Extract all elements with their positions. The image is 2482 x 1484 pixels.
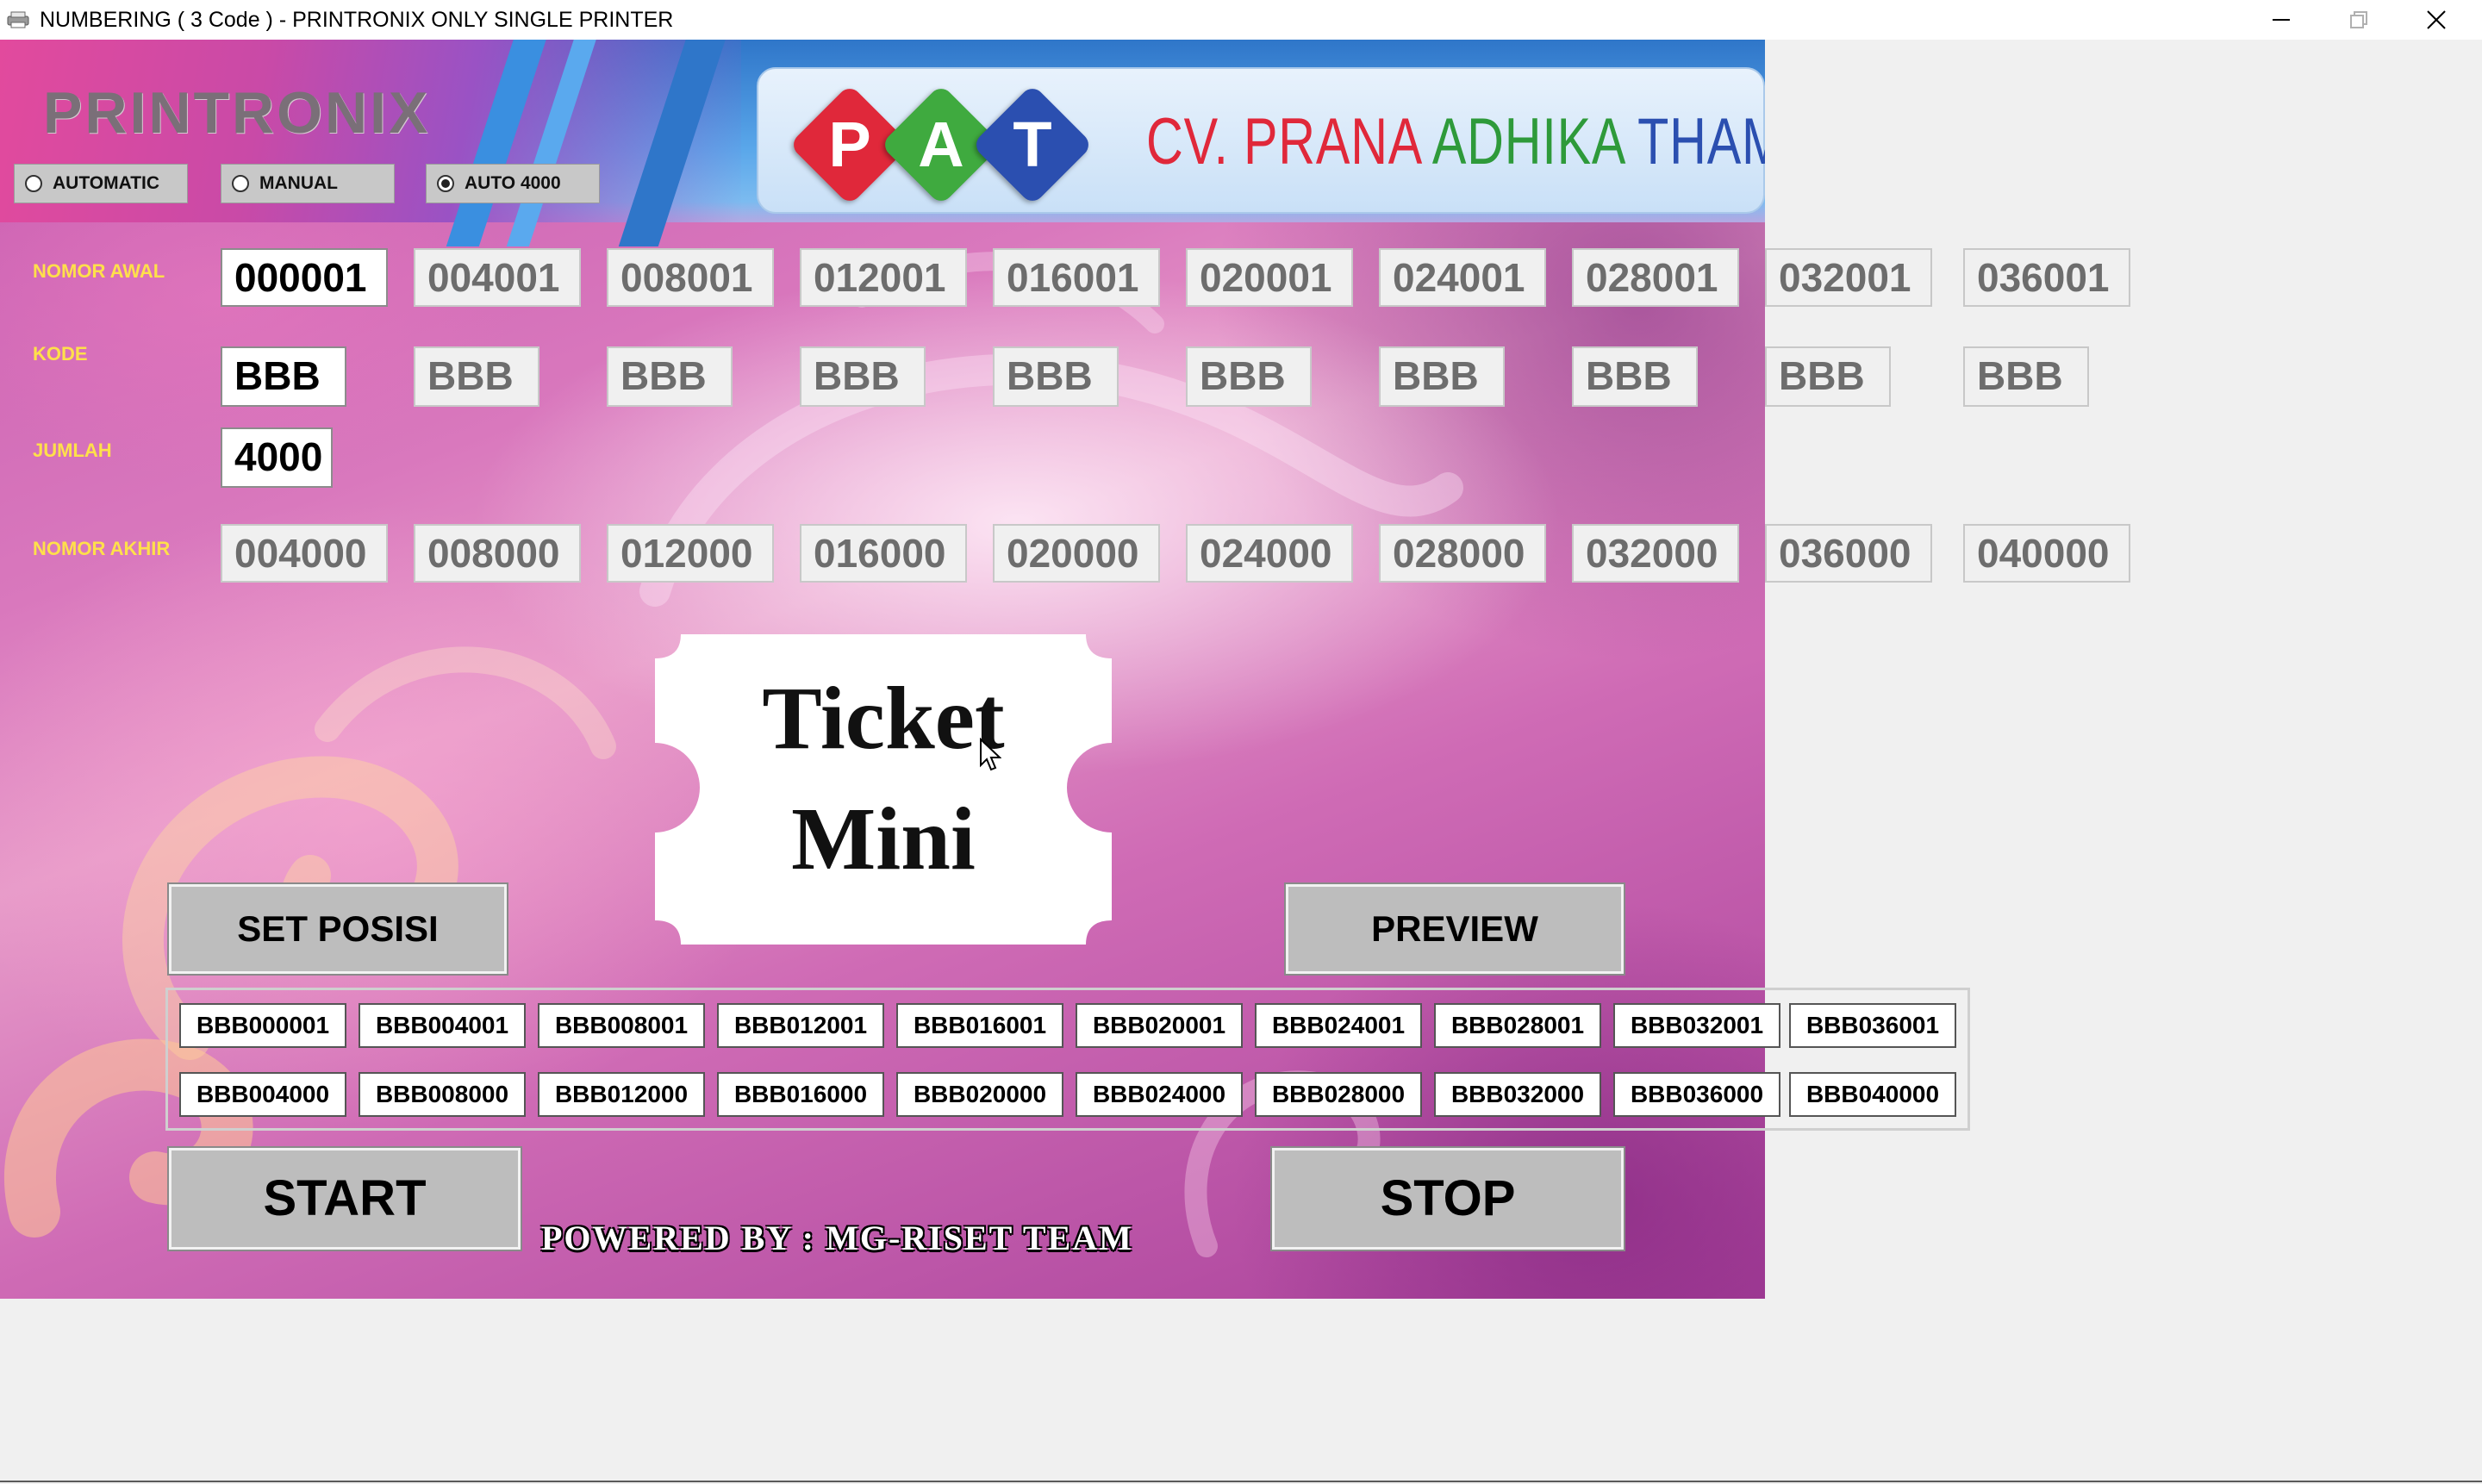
close-icon — [2427, 10, 2446, 29]
screen-bottom-edge — [0, 1481, 2482, 1482]
label-nomor-awal: NOMOR AWAL — [33, 260, 165, 282]
company-logo: P A T CV. PRANA ADHIKA THAMA — [757, 67, 1765, 214]
radio-auto-4000[interactable]: AUTO 4000 — [426, 164, 600, 203]
ticket-mini-preview: Ticket Mini — [655, 634, 1112, 945]
jumlah-input[interactable]: 4000 — [221, 427, 333, 488]
code-start-4: BBB012001 — [717, 1003, 884, 1048]
mouse-cursor-icon — [980, 738, 1001, 771]
nomor-awal-input-9: 032001 — [1765, 248, 1932, 307]
nomor-awal-input-8: 028001 — [1572, 248, 1739, 307]
nomor-akhir-3: 012000 — [607, 524, 774, 583]
label-kode: KODE — [33, 343, 88, 365]
nomor-akhir-9: 036000 — [1765, 524, 1932, 583]
code-end-1: BBB004000 — [179, 1072, 346, 1117]
code-end-5: BBB020000 — [896, 1072, 1063, 1117]
radio-circle — [25, 175, 42, 192]
maximize-button[interactable] — [2320, 0, 2398, 40]
code-end-10: BBB040000 — [1789, 1072, 1956, 1117]
nomor-akhir-7: 028000 — [1379, 524, 1546, 583]
nomor-awal-input-10: 036001 — [1963, 248, 2130, 307]
nomor-akhir-10: 040000 — [1963, 524, 2130, 583]
nomor-akhir-5: 020000 — [993, 524, 1160, 583]
nomor-awal-input-3: 008001 — [607, 248, 774, 307]
kode-input-8: BBB — [1572, 346, 1698, 407]
nomor-awal-input-4: 012001 — [800, 248, 967, 307]
ticket-title-line1: Ticket — [762, 669, 1005, 768]
kode-input-4: BBB — [800, 346, 926, 407]
nomor-akhir-4: 016000 — [800, 524, 967, 583]
kode-input-9: BBB — [1765, 346, 1891, 407]
code-end-6: BBB024000 — [1076, 1072, 1243, 1117]
restore-icon — [2350, 11, 2367, 28]
radio-circle-selected — [437, 175, 454, 192]
stop-button[interactable]: STOP — [1272, 1148, 1624, 1250]
code-start-9: BBB032001 — [1613, 1003, 1780, 1048]
radio-manual[interactable]: MANUAL — [221, 164, 395, 203]
code-end-9: BBB036000 — [1613, 1072, 1780, 1117]
nomor-akhir-8: 032000 — [1572, 524, 1739, 583]
radio-label: AUTO 4000 — [465, 173, 561, 193]
set-posisi-button[interactable]: SET POSISI — [169, 884, 507, 974]
label-nomor-akhir: NOMOR AKHIR — [33, 538, 171, 559]
brand-title: PRINTRONIX — [43, 80, 431, 146]
radio-circle — [232, 175, 249, 192]
kode-input-1[interactable]: BBB — [221, 346, 346, 407]
nomor-akhir-1: 004000 — [221, 524, 388, 583]
code-end-8: BBB032000 — [1434, 1072, 1601, 1117]
close-button[interactable] — [2398, 0, 2475, 40]
code-end-4: BBB016000 — [717, 1072, 884, 1117]
window-title: NUMBERING ( 3 Code ) - PRINTRONIX ONLY S… — [40, 8, 674, 32]
code-start-6: BBB020001 — [1076, 1003, 1243, 1048]
nomor-akhir-2: 008000 — [414, 524, 581, 583]
powered-by-footer: POWERED BY : MG-RISET TEAM — [541, 1219, 1133, 1257]
radio-automatic[interactable]: AUTOMATIC — [14, 164, 188, 203]
title-bar: NUMBERING ( 3 Code ) - PRINTRONIX ONLY S… — [0, 0, 2482, 40]
company-name: CV. PRANA ADHIKA THAMA — [1146, 105, 1765, 178]
code-end-3: BBB012000 — [538, 1072, 705, 1117]
kode-input-2: BBB — [414, 346, 539, 407]
code-start-3: BBB008001 — [538, 1003, 705, 1048]
code-start-2: BBB004001 — [359, 1003, 526, 1048]
nomor-awal-input-1[interactable]: 000001 — [221, 248, 388, 307]
kode-input-7: BBB — [1379, 346, 1505, 407]
code-end-7: BBB028000 — [1255, 1072, 1422, 1117]
radio-label: AUTOMATIC — [53, 173, 160, 193]
code-start-8: BBB028001 — [1434, 1003, 1601, 1048]
nomor-akhir-6: 024000 — [1186, 524, 1353, 583]
label-jumlah: JUMLAH — [33, 440, 112, 461]
code-start-1: BBB000001 — [179, 1003, 346, 1048]
logo-diamond-t: T — [971, 84, 1094, 206]
preview-button[interactable]: PREVIEW — [1286, 884, 1624, 974]
nomor-awal-input-6: 020001 — [1186, 248, 1353, 307]
nomor-awal-input-2: 004001 — [414, 248, 581, 307]
nomor-awal-input-7: 024001 — [1379, 248, 1546, 307]
start-button[interactable]: START — [169, 1148, 521, 1250]
kode-input-6: BBB — [1186, 346, 1312, 407]
kode-input-5: BBB — [993, 346, 1119, 407]
code-start-10: BBB036001 — [1789, 1003, 1956, 1048]
minimize-icon — [2273, 19, 2290, 21]
code-start-7: BBB024001 — [1255, 1003, 1422, 1048]
kode-input-3: BBB — [607, 346, 733, 407]
kode-input-10: BBB — [1963, 346, 2089, 407]
minimize-button[interactable] — [2242, 0, 2320, 40]
code-end-2: BBB008000 — [359, 1072, 526, 1117]
nomor-awal-input-5: 016001 — [993, 248, 1160, 307]
code-start-5: BBB016001 — [896, 1003, 1063, 1048]
ticket-title-line2: Mini — [791, 789, 976, 889]
radio-label: MANUAL — [259, 173, 338, 193]
printer-icon — [7, 11, 29, 28]
